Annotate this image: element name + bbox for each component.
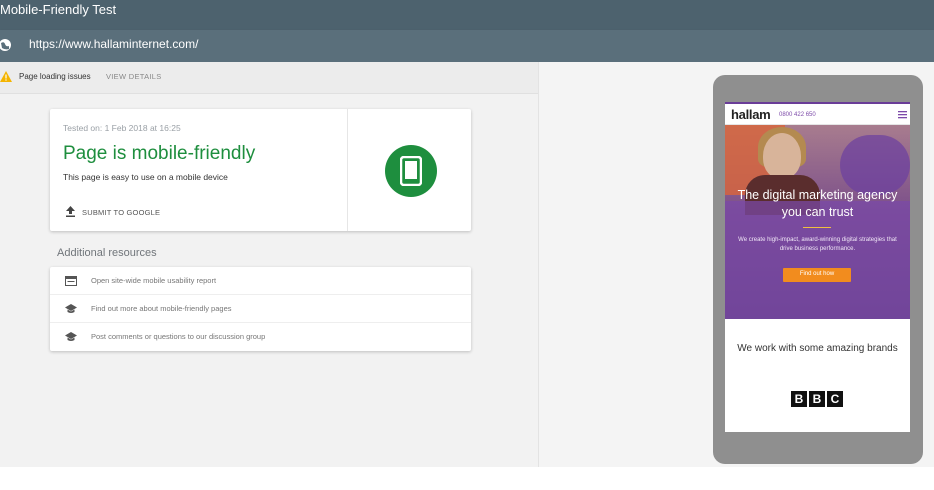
globe-icon — [0, 39, 11, 51]
hero-background-shape — [840, 135, 910, 195]
hamburger-menu-icon — [898, 111, 907, 119]
school-icon — [65, 332, 77, 341]
hero-banner — [725, 125, 910, 319]
page-loading-issues-label: Page loading issues — [19, 72, 91, 81]
card-divider — [347, 109, 348, 231]
mobile-friendly-badge — [385, 145, 437, 197]
report-icon — [65, 276, 77, 286]
hero-subtitle: We create high-impact, award-winning dig… — [738, 237, 897, 252]
page-loading-issues-bar: Page loading issues VIEW DETAILS — [0, 62, 538, 94]
additional-resources-heading: Additional resources — [57, 247, 157, 259]
preview-pane: hallam 0800 422 650 The digital marketin… — [538, 62, 934, 467]
resources-list: Open site-wide mobile usability report F… — [50, 267, 471, 351]
resource-item-usability-report[interactable]: Open site-wide mobile usability report — [50, 267, 471, 295]
url-bar: https://www.hallaminternet.com/ — [0, 30, 934, 62]
site-header: hallam 0800 422 650 — [725, 102, 910, 125]
verdict-heading: Page is mobile-friendly — [63, 143, 256, 164]
site-phone-number: 0800 422 650 — [779, 112, 816, 118]
warning-icon — [0, 71, 12, 82]
resource-item-label: Find out more about mobile-friendly page… — [91, 304, 232, 313]
bbc-logo-letter: B — [791, 391, 807, 407]
results-pane: Page loading issues VIEW DETAILS Tested … — [0, 62, 538, 467]
resource-item-discussion-group[interactable]: Post comments or questions to our discus… — [50, 323, 471, 351]
tested-on-timestamp: Tested on: 1 Feb 2018 at 16:25 — [63, 123, 181, 133]
view-details-link[interactable]: VIEW DETAILS — [106, 72, 162, 81]
hero-title: The digital marketing agency you can tru… — [737, 188, 898, 219]
find-out-how-button: Find out how — [783, 268, 851, 282]
upload-icon[interactable] — [66, 206, 75, 217]
resource-item-learn-more[interactable]: Find out more about mobile-friendly page… — [50, 295, 471, 323]
school-icon — [65, 304, 77, 313]
verdict-description: This page is easy to use on a mobile dev… — [63, 172, 228, 182]
app-title: Mobile-Friendly Test — [0, 2, 117, 17]
bbc-logo: BBC — [791, 390, 845, 407]
bbc-logo-letter: C — [827, 391, 843, 407]
resource-item-label: Open site-wide mobile usability report — [91, 276, 217, 285]
smartphone-icon — [400, 156, 422, 186]
cta-label: Find out how — [799, 271, 835, 277]
brands-heading: We work with some amazing brands — [737, 343, 898, 354]
hero-divider — [803, 227, 831, 228]
resource-item-label: Post comments or questions to our discus… — [91, 332, 266, 341]
hero-photo-face — [763, 133, 801, 179]
bbc-logo-letter: B — [809, 391, 825, 407]
result-card: Tested on: 1 Feb 2018 at 16:25 Page is m… — [50, 109, 471, 231]
site-logo: hallam — [731, 107, 771, 122]
phone-preview-frame: hallam 0800 422 650 The digital marketin… — [713, 75, 923, 464]
submit-to-google-button[interactable]: SUBMIT TO GOOGLE — [82, 208, 160, 217]
tested-url[interactable]: https://www.hallaminternet.com/ — [29, 37, 198, 51]
app-header: Mobile-Friendly Test — [0, 0, 934, 30]
page-screenshot[interactable]: hallam 0800 422 650 The digital marketin… — [725, 102, 910, 432]
